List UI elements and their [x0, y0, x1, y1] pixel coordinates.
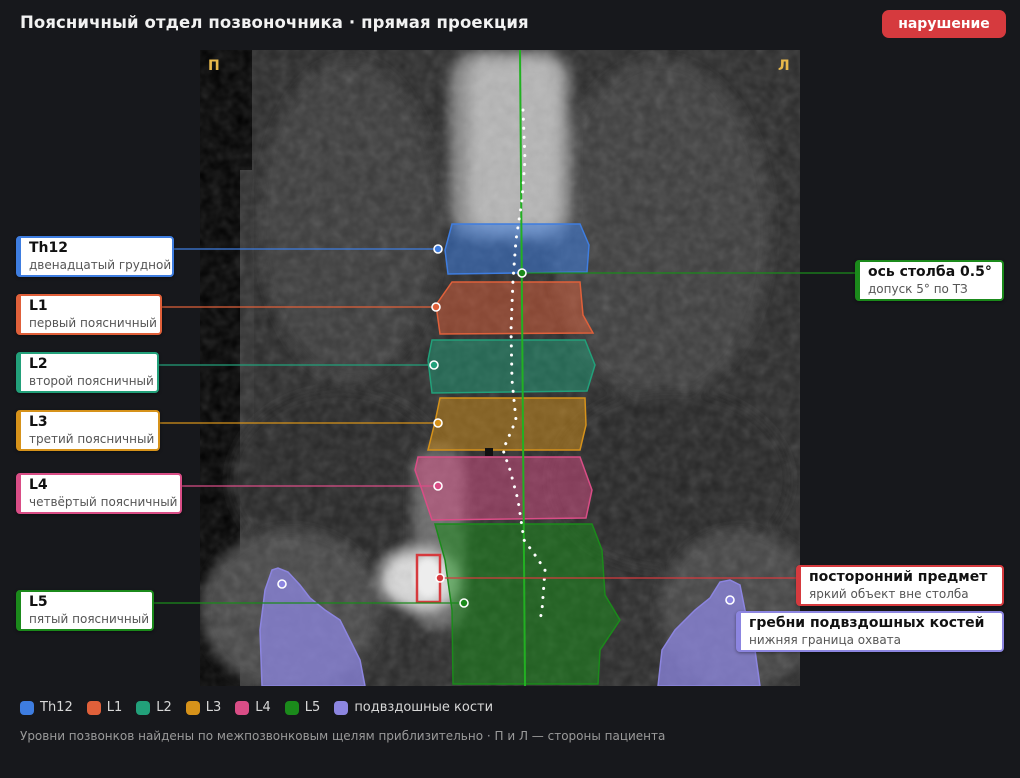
- callout-spine-axis[interactable]: ось столба 0.5° допуск 5° по ТЗ: [855, 260, 1004, 301]
- callout-l5-name: L5: [29, 594, 48, 610]
- legend-label: L1: [106, 700, 123, 715]
- callout-spine-axis-name: ось столба 0.5°: [868, 264, 992, 280]
- callout-l5-desc: пятый поясничный: [29, 612, 149, 626]
- legend-label: L5: [304, 700, 321, 715]
- legend-swatch: [235, 700, 250, 715]
- callout-l3-desc: третий поясничный: [29, 432, 155, 446]
- callout-l1[interactable]: L1 первый поясничный: [16, 294, 162, 335]
- legend-item-iliac[interactable]: подвздошные кости: [334, 700, 493, 715]
- callout-l4-name: L4: [29, 477, 48, 493]
- callout-th12[interactable]: Th12 двенадцатый грудной: [16, 236, 174, 277]
- callout-th12-desc: двенадцатый грудной: [29, 258, 172, 272]
- callout-foreign-object-desc: яркий объект вне столба: [809, 587, 969, 601]
- callout-l1-desc: первый поясничный: [29, 316, 157, 330]
- legend-swatch: [334, 700, 349, 715]
- legend-item-th12[interactable]: Th12: [20, 700, 73, 715]
- legend-swatch: [185, 700, 200, 715]
- callout-foreign-object[interactable]: посторонний предмет яркий объект вне сто…: [796, 565, 1004, 606]
- legend-label: подвздошные кости: [354, 700, 494, 715]
- footnote: Уровни позвонков найдены по межпозвонков…: [20, 729, 666, 743]
- legend-label: L2: [156, 700, 172, 715]
- callout-l4[interactable]: L4 четвёртый поясничный: [16, 473, 182, 514]
- callout-l3-name: L3: [29, 414, 48, 430]
- legend-swatch: [20, 700, 34, 715]
- callout-l5[interactable]: L5 пятый поясничный: [16, 590, 154, 631]
- callout-iliac-crests-desc: нижняя граница охвата: [749, 633, 902, 647]
- callout-foreign-object-name: посторонний предмет: [809, 569, 988, 585]
- legend-swatch: [136, 700, 151, 715]
- callout-l1-name: L1: [29, 298, 48, 314]
- legend-item-l4[interactable]: L4: [235, 700, 271, 715]
- legend-label: L3: [205, 700, 222, 715]
- legend-item-l2[interactable]: L2: [136, 700, 172, 715]
- legend-label: Th12: [40, 700, 73, 715]
- legend-item-l1[interactable]: L1: [86, 700, 123, 715]
- legend-label: L4: [255, 700, 271, 715]
- legend: Th12 L1 L2 L3 L4 L5 подвздошные кости: [20, 700, 507, 715]
- legend-swatch: [284, 700, 299, 715]
- callout-l2-desc: второй поясничный: [29, 374, 154, 388]
- legend-swatch: [86, 700, 101, 715]
- legend-item-l3[interactable]: L3: [185, 700, 222, 715]
- callout-l2[interactable]: L2 второй поясничный: [16, 352, 159, 393]
- callout-l3[interactable]: L3 третий поясничный: [16, 410, 160, 451]
- callout-spine-axis-desc: допуск 5° по ТЗ: [868, 282, 968, 296]
- callout-iliac-crests-name: гребни подвздошных костей: [749, 615, 985, 631]
- callout-l2-name: L2: [29, 356, 48, 372]
- legend-item-l5[interactable]: L5: [284, 700, 321, 715]
- callout-l4-desc: четвёртый поясничный: [29, 495, 178, 509]
- callout-iliac-crests[interactable]: гребни подвздошных костей нижняя граница…: [736, 611, 1004, 652]
- callout-th12-name: Th12: [29, 240, 68, 256]
